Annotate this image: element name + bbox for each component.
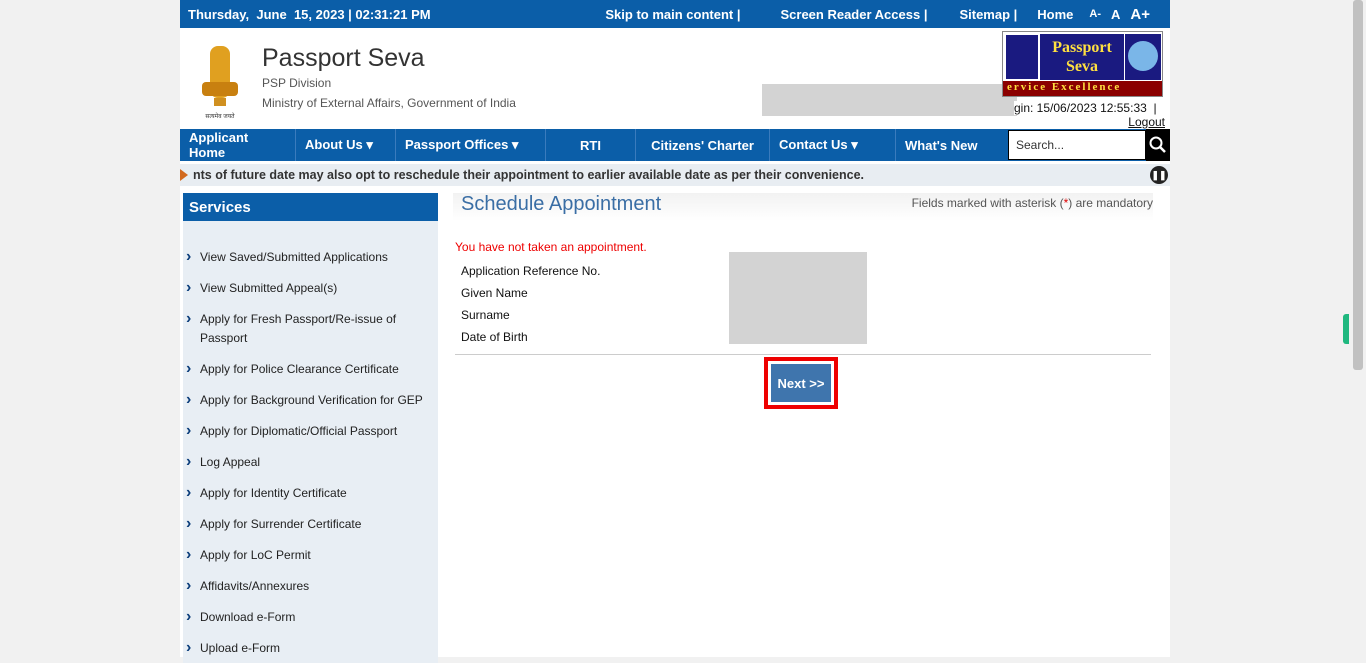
sidebar-item[interactable]: Apply for Police Clearance Certificate (183, 359, 438, 379)
next-highlight: Next >> (764, 357, 838, 409)
sidebar-item[interactable]: Apply for Surrender Certificate (183, 514, 438, 534)
top-bar: Thursday, June 15, 2023 | 02:31:21 PM Sk… (180, 0, 1170, 28)
redacted-user (762, 84, 1017, 116)
font-increase[interactable]: A+ (1130, 6, 1150, 23)
logo-line2: Seva (1066, 58, 1098, 75)
nav-applicant-home[interactable]: Applicant Home (180, 129, 296, 161)
label-dob: Date of Birth (461, 330, 528, 344)
page-title: Schedule Appointment (461, 193, 662, 215)
divider (455, 354, 1151, 355)
nav-passport-offices[interactable]: Passport Offices ▾ (396, 129, 546, 161)
search-input[interactable]: Search... (1008, 130, 1146, 160)
nav-whats-new[interactable]: What's New (896, 129, 1008, 161)
nav-contact-us[interactable]: Contact Us ▾ (770, 129, 896, 161)
services-sidebar: Services View Saved/Submitted Applicatio… (183, 193, 438, 663)
sidebar-item[interactable]: View Saved/Submitted Applications (183, 247, 438, 267)
main-nav: Applicant Home About Us ▾ Passport Offic… (180, 129, 1170, 161)
logo-tagline: ervice Excellence (1003, 81, 1162, 96)
sidebar-title: Services (183, 193, 438, 221)
ministry: Ministry of External Affairs, Government… (262, 96, 516, 110)
emblem-text: सत्यमेव जयते (205, 112, 235, 120)
sidebar-item[interactable]: Apply for LoC Permit (183, 545, 438, 565)
redacted-values (729, 252, 867, 344)
sidebar-item[interactable]: Affidavits/Annexures (183, 576, 438, 596)
sidebar-item[interactable]: View Submitted Appeal(s) (183, 278, 438, 298)
sidebar-item[interactable]: Apply for Fresh Passport/Re-issue of Pas… (183, 309, 438, 348)
emblem-icon: सत्यमेव जयते (196, 42, 244, 120)
pause-icon[interactable]: ❚❚ (1150, 166, 1168, 184)
ticker-arrow-icon (180, 169, 188, 181)
datetime: Thursday, June 15, 2023 | 02:31:21 PM (188, 6, 431, 22)
header: सत्यमेव जयते Passport Seva PSP Division … (180, 28, 1170, 129)
sitemap-link[interactable]: Sitemap | (959, 7, 1017, 22)
sidebar-item[interactable]: Log Appeal (183, 452, 438, 472)
skip-link[interactable]: Skip to main content | (605, 7, 740, 22)
mandatory-note: Fields marked with asterisk (*) are mand… (911, 196, 1153, 210)
ticker-text: nts of future date may also opt to resch… (193, 168, 865, 182)
logo-line1: Passport (1052, 39, 1112, 56)
next-button[interactable]: Next >> (771, 364, 831, 402)
label-app-ref: Application Reference No. (461, 264, 601, 278)
division: PSP Division (262, 76, 332, 90)
nav-rti[interactable]: RTI (546, 129, 636, 161)
last-login: gin: 15/06/2023 12:55:33 | (1014, 101, 1157, 115)
section-header: Schedule Appointment Fields marked with … (453, 193, 1153, 221)
sidebar-item[interactable]: Apply for Identity Certificate (183, 483, 438, 503)
home-link[interactable]: Home (1037, 7, 1073, 22)
scrollbar-thumb[interactable] (1353, 0, 1363, 370)
font-normal[interactable]: A (1111, 7, 1120, 22)
sidebar-item[interactable]: Download e-Form (183, 607, 438, 627)
page: Thursday, June 15, 2023 | 02:31:21 PM Sk… (180, 0, 1170, 663)
news-ticker: nts of future date may also opt to resch… (180, 164, 1170, 186)
scrollbar[interactable] (1350, 0, 1366, 657)
sidebar-item[interactable]: Apply for Diplomatic/Official Passport (183, 421, 438, 441)
nav-about-us[interactable]: About Us ▾ (296, 129, 396, 161)
side-tab[interactable] (1343, 314, 1349, 344)
font-decrease[interactable]: A- (1089, 8, 1101, 20)
logout-link[interactable]: Logout (1128, 115, 1165, 129)
error-message: You have not taken an appointment. (455, 240, 647, 254)
site-title: Passport Seva (262, 44, 425, 72)
label-surname: Surname (461, 308, 510, 322)
sidebar-item[interactable]: Apply for Background Verification for GE… (183, 390, 438, 410)
screen-reader-link[interactable]: Screen Reader Access | (780, 7, 927, 22)
passport-seva-logo: Passport Seva ervice Excellence (1002, 31, 1163, 97)
label-given-name: Given Name (461, 286, 528, 300)
main-content: Schedule Appointment Fields marked with … (453, 193, 1153, 409)
search-icon[interactable] (1146, 129, 1170, 161)
nav-citizens-charter[interactable]: Citizens' Charter (636, 129, 770, 161)
sidebar-item[interactable]: Upload e-Form (183, 638, 438, 658)
